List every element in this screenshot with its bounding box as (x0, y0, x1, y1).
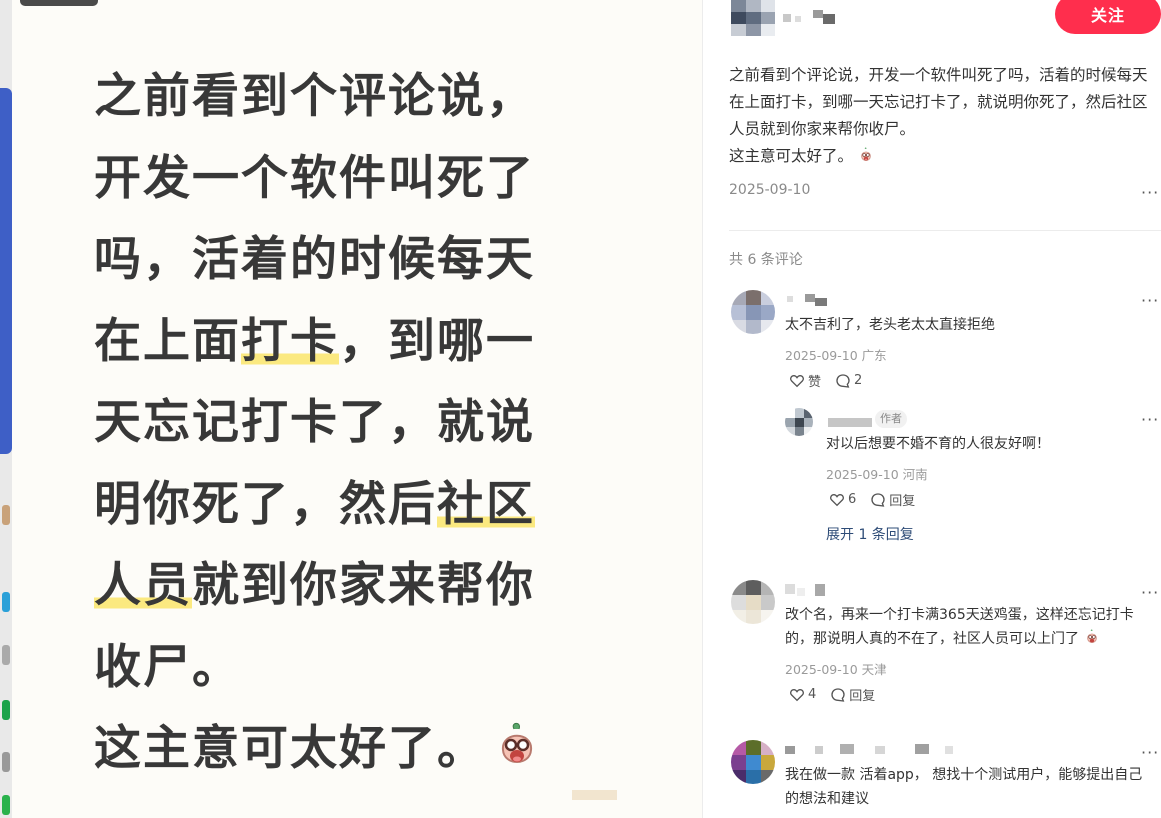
background-thumb (2, 505, 10, 525)
comment-actions: 赞 2 (789, 371, 876, 390)
reply-label: 回复 (849, 689, 876, 704)
laughing-face-emoji-icon (1087, 629, 1097, 643)
more-dots-icon[interactable]: ··· (1141, 745, 1159, 761)
heart-outline-icon (790, 374, 804, 387)
image-text-segment: 之前看到个评论说， (94, 69, 535, 124)
background-strip (0, 0, 12, 818)
image-text-segment: 就到你家来帮你 (192, 558, 535, 613)
like-button[interactable]: 4 (789, 687, 816, 703)
like-button[interactable]: 6 (829, 492, 856, 508)
image-text-line: 开发一个软件叫死了 (94, 138, 594, 220)
follow-button[interactable]: 关注 (1055, 0, 1161, 34)
like-label: 赞 (808, 375, 822, 390)
image-text-line: 在上面打卡，到哪一 (94, 301, 594, 383)
divider (729, 230, 1161, 231)
heart-outline-icon (790, 688, 804, 701)
reply-button[interactable]: 2 (835, 373, 862, 389)
image-text-segment: 明你死了，然后 (94, 476, 437, 532)
image-text-segment: 这主意可太好了。 (94, 721, 486, 776)
comment-meta: 2025-09-10 天津 (785, 662, 887, 677)
commenter-name[interactable] (785, 582, 831, 598)
note-detail-panel: 关注 之前看到个评论说，开发一个软件叫死了吗，活着的时候每天在上面打卡，到哪一天… (702, 0, 1161, 818)
commenter-avatar[interactable] (731, 740, 775, 784)
like-count: 6 (848, 492, 857, 507)
image-text-line: 之前看到个评论说， (94, 56, 594, 138)
reply-count: 2 (854, 373, 863, 388)
note-image[interactable]: 之前看到个评论说， 开发一个软件叫死了 吗，活着的时候每天 在上面打卡，到哪一 天忘记打… (12, 0, 702, 818)
reply-button[interactable]: 回复 (870, 490, 915, 509)
reply-button[interactable]: 回复 (830, 685, 875, 704)
author-badge: 作者 (875, 410, 907, 428)
chat-bubble-icon (871, 492, 885, 507)
chat-bubble-icon (831, 687, 845, 702)
comment-text: 太不吉利了，老头老太太直接拒绝 (785, 317, 995, 333)
more-dots-icon[interactable]: ··· (1141, 293, 1159, 309)
commenter-avatar[interactable] (731, 580, 775, 624)
background-blue-panel (0, 88, 12, 454)
post-text: 这主意可太好了。 (729, 147, 854, 165)
note-image-text: 之前看到个评论说， 开发一个软件叫死了 吗，活着的时候每天 在上面打卡，到哪一 天忘记打… (94, 56, 594, 790)
comment-text: 改个名，再来一个打卡满365天送鸡蛋，这样还忘记打卡的，那说明人真的不在了，社区… (785, 603, 1151, 651)
commenter-name[interactable] (785, 292, 835, 308)
background-thumb (2, 795, 10, 815)
background-thumb (2, 700, 10, 720)
image-watermark (572, 790, 617, 800)
image-text-segment: ，到哪一 (339, 313, 535, 369)
background-thumb (2, 752, 10, 772)
image-text-segment: 在上面 (94, 313, 241, 369)
reply-meta: 2025-09-10 河南 (826, 467, 928, 482)
comment-count: 共 6 条评论 (729, 252, 803, 268)
more-dots-icon[interactable]: ··· (1141, 585, 1159, 601)
commenter-avatar[interactable] (731, 290, 775, 334)
reply-actions: 6 回复 (829, 490, 929, 509)
post-text: 之前看到个评论说，开发一个软件叫死了吗，活着的时候每天在上面打卡，到哪一天忘记打… (729, 66, 1148, 138)
laughing-face-emoji-icon (501, 722, 533, 763)
image-text-line: 吗，活着的时候每天 (94, 219, 594, 301)
like-button[interactable]: 赞 (789, 371, 821, 390)
expand-replies-link[interactable]: 展开 1 条回复 (826, 524, 914, 544)
post-body: 之前看到个评论说，开发一个软件叫死了吗，活着的时候每天在上面打卡，到哪一天忘记打… (729, 62, 1157, 170)
more-dots-icon[interactable]: ··· (1141, 412, 1159, 428)
background-thumb (2, 592, 10, 612)
laughing-face-emoji-icon (861, 147, 871, 161)
image-text-line: 人员就到你家来帮你 (94, 545, 594, 627)
author-name[interactable] (783, 8, 843, 26)
image-text-segment: 吗，活着的时候每天 (94, 232, 535, 287)
replier-avatar[interactable] (785, 408, 813, 436)
highlighted-text: 社区 (437, 476, 535, 532)
image-text-line: 天忘记打卡了，就说 (94, 382, 594, 464)
like-count: 4 (808, 687, 817, 702)
comment-meta: 2025-09-10 广东 (785, 348, 887, 363)
more-dots-icon[interactable]: ··· (1141, 185, 1159, 201)
post-date: 2025-09-10 (729, 182, 811, 198)
highlighted-text: 人员 (94, 558, 192, 613)
image-text-line: 这主意可太好了。 (94, 708, 594, 790)
author-avatar[interactable] (731, 0, 775, 36)
reply-label: 回复 (889, 494, 916, 509)
replier-name[interactable] (828, 414, 874, 430)
commenter-name[interactable] (785, 742, 955, 758)
comment-text-content: 改个名，再来一个打卡满365天送鸡蛋，这样还忘记打卡的，那说明人真的不在了，社区… (785, 607, 1134, 647)
reply-text: 对以后想要不婚不育的人很友好啊！ (826, 436, 1050, 452)
image-top-tab (20, 0, 98, 6)
comment-text: 我在做一款 活着app， 想找十个测试用户，能够提出自己的想法和建议 (785, 767, 1143, 807)
heart-outline-icon (830, 493, 844, 506)
image-text-segment: 天忘记打卡了，就说 (94, 395, 535, 450)
screen: 之前看到个评论说， 开发一个软件叫死了 吗，活着的时候每天 在上面打卡，到哪一 天忘记打… (0, 0, 1161, 818)
image-text-line: 收尸。 (94, 627, 594, 709)
highlighted-text: 打卡 (241, 313, 339, 369)
image-text-segment: 开发一个软件叫死了 (94, 150, 535, 206)
post-text-line: 这主意可太好了。 (729, 143, 1157, 170)
image-text-segment: 收尸。 (94, 639, 241, 695)
comment-actions: 4 回复 (789, 685, 889, 704)
background-thumb (2, 645, 10, 665)
chat-bubble-icon (836, 373, 850, 388)
image-text-line: 明你死了，然后社区 (94, 464, 594, 546)
